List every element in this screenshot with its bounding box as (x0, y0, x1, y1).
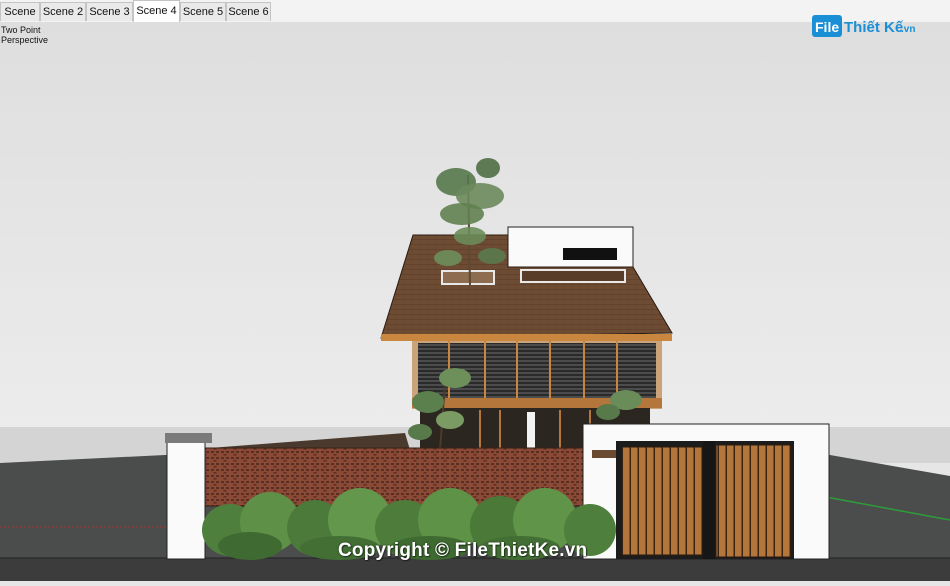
roof-skylight-2 (520, 269, 626, 283)
tab-scene-6[interactable]: Scene 6 (226, 2, 271, 21)
lower-white-column (527, 412, 535, 450)
copyright-watermark: Copyright © FileThietKe.vn (338, 540, 588, 561)
tab-scene-3[interactable]: Scene 3 (86, 2, 133, 21)
tab-scene-1[interactable]: Scene 1 (0, 2, 40, 36)
model-viewport[interactable] (0, 22, 950, 581)
logo-name-text: Thiết Kế (844, 19, 904, 36)
gate-left-door (621, 446, 703, 556)
logo-file-text: File (815, 19, 839, 35)
tab-scene-4[interactable]: Scene 4 (133, 0, 180, 22)
gate-right-door (715, 444, 792, 558)
roof-box-window (563, 248, 617, 260)
gate-plate (592, 450, 616, 458)
roof-box (507, 226, 634, 268)
scene-tab-bar: Scene 1 Scene 2 Scene 3 Scene 4 Scene 5 … (0, 0, 950, 36)
left-pillar (166, 435, 206, 560)
camera-mode-line-2: Perspective (1, 35, 49, 45)
logo-suffix-text: .vn (901, 24, 915, 35)
left-pillar-cap (165, 433, 212, 443)
tab-scene-2[interactable]: Scene 2 (40, 2, 86, 21)
camera-mode-line-1: Two Point (1, 25, 41, 35)
roof-skylight-1 (441, 270, 495, 285)
gate-center-post (703, 441, 715, 559)
camera-mode-label: Two Point Perspective (1, 25, 48, 45)
roof-eave (381, 334, 672, 341)
tab-scene-5[interactable]: Scene 5 (180, 2, 226, 21)
watermark-logo: File Thiết Kế .vn (812, 11, 920, 41)
